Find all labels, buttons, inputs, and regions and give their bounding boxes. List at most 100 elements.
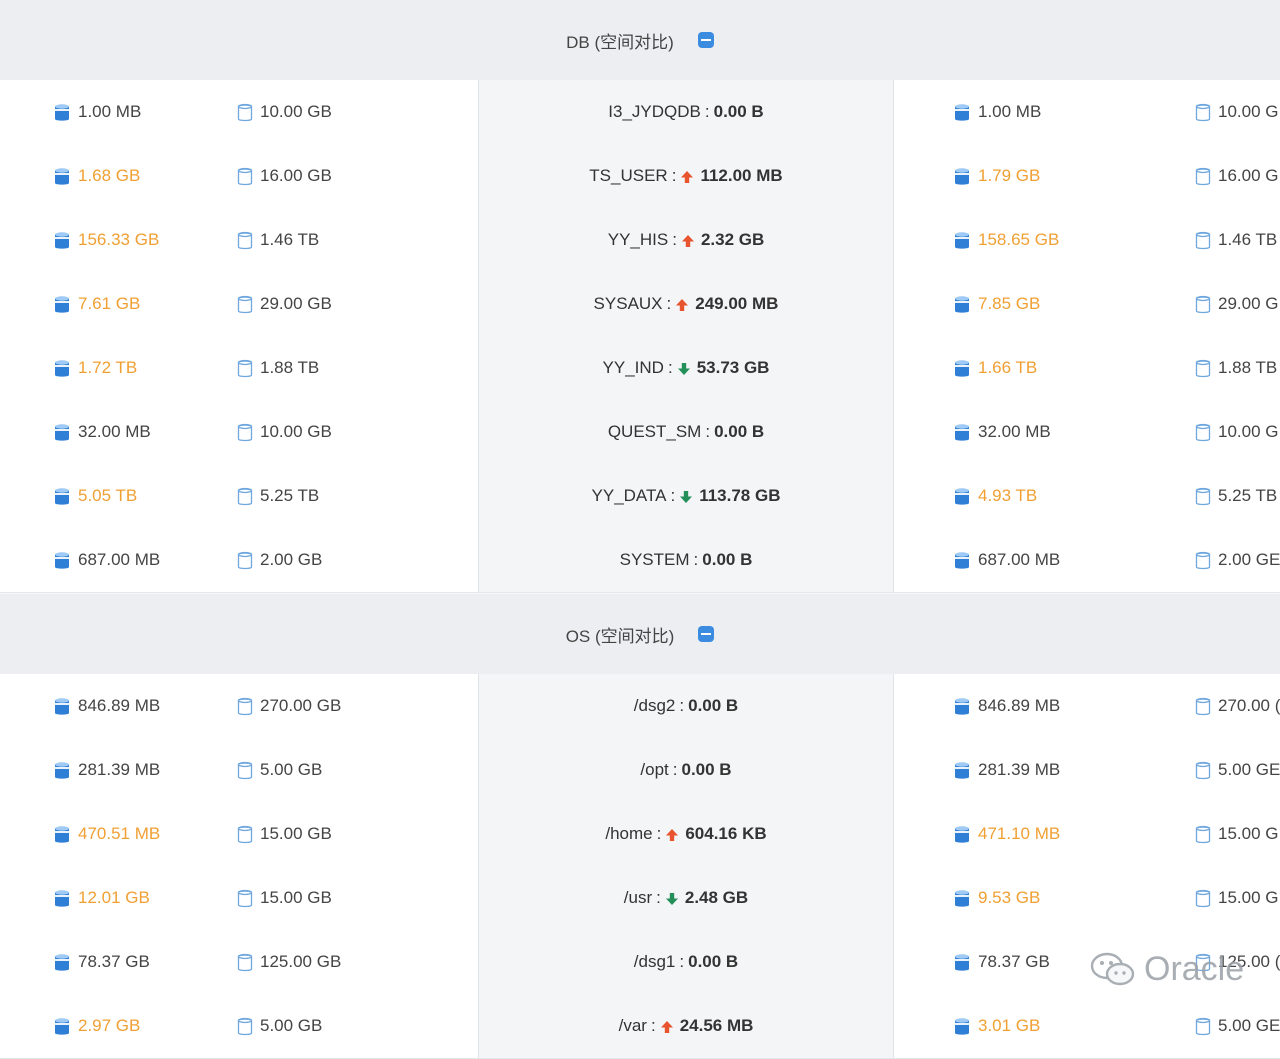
db-total-icon — [237, 551, 253, 570]
delta-value: 0.00 B — [688, 952, 739, 971]
db-used-icon — [954, 359, 970, 378]
item-name: YY_HIS — [607, 230, 669, 249]
right-used-cell: 158.65 GB — [954, 208, 1059, 272]
item-name: /dsg1 — [633, 952, 676, 971]
right-total-value: 15.00 G — [1218, 888, 1279, 907]
db-total-icon — [1195, 487, 1211, 506]
right-total-value: 1.46 TB — [1218, 230, 1278, 249]
right-total-value: 16.00 G — [1218, 166, 1279, 185]
section-title: OS (空间对比) — [565, 626, 675, 646]
left-total-cell: 125.00 GB — [237, 930, 341, 994]
left-total-cell: 1.88 TB — [237, 336, 319, 400]
left-used-value: 2.97 GB — [78, 1016, 141, 1035]
db-total-icon — [237, 231, 253, 250]
db-used-icon — [954, 761, 970, 780]
diff-cell: YY_IND : 53.73 GB — [478, 336, 894, 400]
delta-value: 0.00 B — [688, 696, 739, 715]
left-total-value: 125.00 GB — [260, 952, 342, 971]
right-used-value: 158.65 GB — [978, 230, 1060, 249]
left-total-value: 270.00 GB — [260, 696, 342, 715]
table-row: 1.72 TB 1.88 TB YY_IND : 53.73 GB 1.66 TB 1.… — [0, 336, 1280, 401]
db-total-icon — [1195, 825, 1211, 844]
right-total-value: 2.00 GE — [1218, 550, 1280, 569]
right-used-value: 1.66 TB — [978, 358, 1038, 377]
right-used-value: 471.10 MB — [978, 824, 1061, 843]
db-total-icon — [237, 697, 253, 716]
right-total-cell: 29.00 G — [1195, 272, 1279, 336]
left-used-cell: 5.05 TB — [54, 464, 137, 528]
right-total-cell: 1.88 TB — [1195, 336, 1277, 400]
db-used-icon — [954, 825, 970, 844]
left-used-cell: 7.61 GB — [54, 272, 140, 336]
delta-value: 0.00 B — [714, 422, 765, 441]
left-used-cell: 12.01 GB — [54, 866, 150, 930]
right-used-cell: 32.00 MB — [954, 400, 1051, 464]
right-total-cell: 10.00 G — [1195, 400, 1279, 464]
db-total-icon — [237, 761, 253, 780]
left-total-cell: 15.00 GB — [237, 866, 332, 930]
db-used-icon — [54, 761, 70, 780]
separator: : — [650, 1016, 656, 1035]
left-used-cell: 470.51 MB — [54, 802, 160, 866]
diff-cell: SYSTEM : 0.00 B — [478, 528, 894, 592]
arrow-up-icon — [665, 827, 679, 841]
left-used-cell: 1.00 MB — [54, 80, 141, 144]
left-total-cell: 10.00 GB — [237, 400, 332, 464]
separator: : — [679, 952, 685, 971]
table-row: 12.01 GB 15.00 GB/usr : 2.48 GB 9.53 GB 15.… — [0, 866, 1280, 931]
db-total-icon — [237, 423, 253, 442]
right-used-value: 32.00 MB — [978, 422, 1051, 441]
delta-value: 2.48 GB — [684, 888, 749, 907]
left-used-value: 78.37 GB — [78, 952, 150, 971]
table-row: 281.39 MB 5.00 GB/opt : 0.00 B 281.39 MB 5.… — [0, 738, 1280, 803]
right-total-cell: 16.00 G — [1195, 144, 1279, 208]
left-total-value: 15.00 GB — [260, 888, 332, 907]
left-used-cell: 78.37 GB — [54, 930, 150, 994]
db-total-icon — [1195, 889, 1211, 908]
diff-cell: I3_JYDQDB : 0.00 B — [478, 80, 894, 144]
left-used-cell: 2.97 GB — [54, 994, 140, 1058]
left-total-value: 29.00 GB — [260, 294, 332, 313]
right-used-value: 281.39 MB — [978, 760, 1061, 779]
right-total-value: 15.00 G — [1218, 824, 1279, 843]
separator: : — [672, 760, 678, 779]
right-used-cell: 846.89 MB — [954, 674, 1060, 738]
separator: : — [671, 166, 677, 185]
diff-cell: QUEST_SM : 0.00 B — [478, 400, 894, 464]
item-name: SYSTEM — [619, 550, 690, 569]
diff-cell: YY_HIS : 2.32 GB — [478, 208, 894, 272]
left-total-value: 10.00 GB — [260, 422, 332, 441]
left-used-value: 281.39 MB — [78, 760, 161, 779]
table-row: 1.68 GB 16.00 GB TS_USER : 112.00 MB 1.79 G… — [0, 144, 1280, 209]
left-total-value: 5.25 TB — [260, 486, 320, 505]
right-total-cell: 2.00 GE — [1195, 528, 1280, 592]
right-used-value: 1.00 MB — [978, 102, 1042, 121]
item-name: /usr — [623, 888, 653, 907]
db-total-icon — [237, 1017, 253, 1036]
left-total-cell: 5.00 GB — [237, 994, 322, 1058]
watermark-text: Oracle — [1144, 950, 1245, 988]
left-total-value: 1.88 TB — [260, 358, 320, 377]
right-used-cell: 687.00 MB — [954, 528, 1060, 592]
separator: : — [705, 422, 711, 441]
table-row: 470.51 MB 15.00 GB/home : 604.16 KB 471.10… — [0, 802, 1280, 867]
db-used-icon — [954, 423, 970, 442]
collapse-icon[interactable] — [697, 32, 714, 48]
right-used-value: 3.01 GB — [978, 1016, 1041, 1035]
right-used-value: 78.37 GB — [978, 952, 1050, 971]
left-total-cell: 270.00 GB — [237, 674, 341, 738]
right-used-cell: 78.37 GB — [954, 930, 1050, 994]
left-used-value: 7.61 GB — [78, 294, 141, 313]
left-used-value: 470.51 MB — [78, 824, 161, 843]
left-total-cell: 5.25 TB — [237, 464, 319, 528]
collapse-icon[interactable] — [698, 626, 715, 642]
left-used-value: 156.33 GB — [78, 230, 160, 249]
table-row: 156.33 GB 1.46 TB YY_HIS : 2.32 GB 158.65 G… — [0, 208, 1280, 273]
right-used-cell: 4.93 TB — [954, 464, 1037, 528]
right-total-value: 5.00 GE — [1218, 760, 1280, 779]
table-row: 1.00 MB 10.00 GB I3_JYDQDB : 0.00 B 1.00 MB… — [0, 80, 1280, 145]
left-used-value: 1.72 TB — [78, 358, 138, 377]
db-total-icon — [237, 889, 253, 908]
delta-value: 24.56 MB — [679, 1016, 754, 1035]
left-used-value: 687.00 MB — [78, 550, 161, 569]
